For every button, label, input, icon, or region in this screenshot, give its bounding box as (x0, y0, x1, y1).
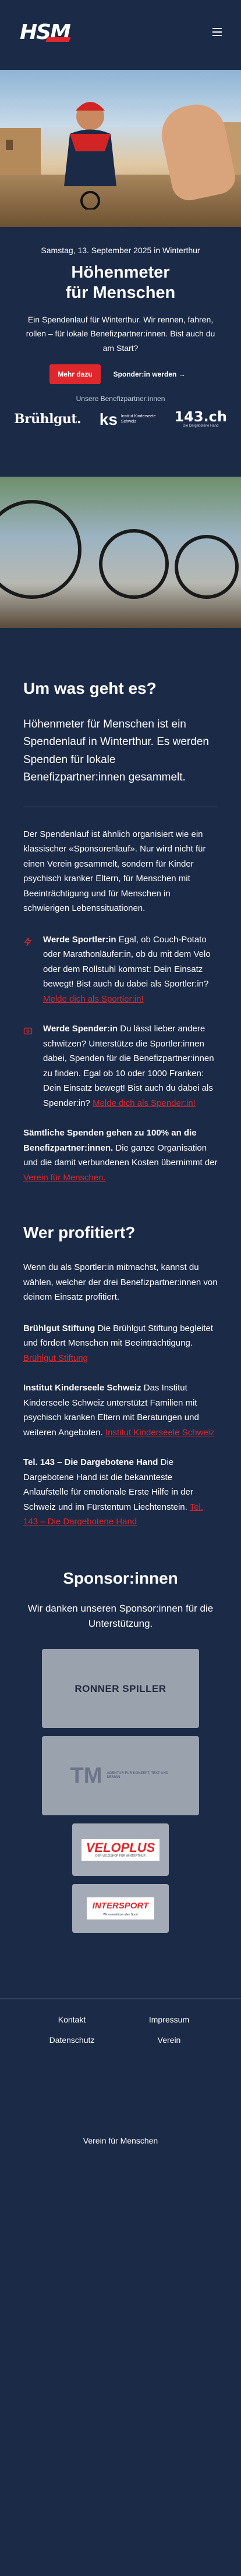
footer-link-verein[interactable]: Verein (120, 2034, 218, 2046)
sponsor-ronner-spiller[interactable]: RONNER SPILLER (42, 1649, 199, 1729)
wheel-shape (99, 529, 169, 599)
tm-sub: AGENTUR FÜR KONZEPT, TEXT UND DESIGN (107, 1771, 169, 1780)
partners-label: Unsere Benefizpartner:innen (76, 395, 165, 403)
sponsor-intersport[interactable]: INTERSPORT Wir unterstützen den Sport (72, 1884, 169, 1933)
page-title: Höhenmeter für Menschen (14, 262, 227, 303)
partner-kinderseele: Institut Kinderseele Schweiz Das Institu… (23, 1381, 218, 1440)
kinderseele-logo[interactable]: ks Institut Kinderseele Schweiz (100, 411, 156, 428)
what-section: Um was geht es? Höhenmeter für Menschen … (0, 678, 241, 1185)
p2-bold: Institut Kinderseele Schweiz (23, 1383, 141, 1393)
partner-143: Tel. 143 – Die Dargebotene Hand Die Darg… (23, 1455, 218, 1530)
sponsors-lead: Wir danken unseren Sponsor:innen für die… (27, 1602, 214, 1629)
sportler-link[interactable]: Melde dich als Sportler:in! (43, 994, 144, 1004)
sponsor-1-text: RONNER SPILLER (75, 1683, 166, 1694)
more-info-button[interactable]: Mehr dazu (49, 364, 101, 385)
footer-copyright: Verein für Menschen (83, 2136, 158, 2146)
wheel-shape (175, 535, 239, 599)
plus-text: PLUS (120, 1840, 155, 1855)
143-sub: Die Dargebotene Hand (183, 424, 219, 428)
sportler-bold: Werde Sportler:in (43, 934, 116, 945)
hero-image (0, 70, 241, 227)
143-text: 143.ch (174, 409, 227, 425)
navbar: HSM (0, 0, 241, 70)
wallet-icon (23, 1021, 33, 1110)
partner-bruehlgut: Brühlgut Stiftung Die Brühlgut Stiftung … (23, 1321, 218, 1366)
feature-spender-text: Werde Spender:in Du lässt lieber andere … (43, 1021, 218, 1110)
p3-bold: Tel. 143 – Die Dargebotene Hand (23, 1457, 158, 1468)
what-lead: Höhenmeter für Menschen ist ein Spendenl… (23, 718, 209, 784)
tm-mark: TM (70, 1763, 102, 1788)
site-logo[interactable]: HSM (20, 20, 76, 45)
event-date: Samstag, 13. September 2025 in Winterthu… (41, 246, 200, 255)
hamburger-icon[interactable] (206, 21, 228, 43)
veloplus-sub: DER VELOSHOP FÜR WINTERTHUR (95, 1854, 146, 1858)
partner-logos: Brühlgut. ks Institut Kinderseele Schwei… (14, 410, 227, 429)
donations-paragraph: Sämtliche Spenden gehen zu 100% an die B… (23, 1126, 218, 1185)
sponsor-veloplus[interactable]: VELOPLUS DER VELOSHOP FÜR WINTERTHUR (72, 1823, 169, 1876)
footer: Kontakt Impressum Datenschutz Verein Ver… (0, 1998, 241, 2165)
intersport-sub: Wir unterstützen den Sport (103, 1913, 138, 1917)
footer-links: Kontakt Impressum Datenschutz Verein (0, 1999, 241, 2046)
wheel-shape (0, 500, 81, 599)
p1-bold: Brühlgut Stiftung (23, 1323, 95, 1333)
ks-text: Institut Kinderseele Schweiz (120, 414, 156, 424)
kinderseele-link[interactable]: Institut Kinderseele Schweiz (105, 1428, 215, 1438)
sponsors-title: Sponsor:innen (63, 1569, 178, 1587)
veloplus-logo: VELOPLUS DER VELOSHOP FÜR WINTERTHUR (81, 1839, 160, 1861)
footer-link-impressum[interactable]: Impressum (120, 2014, 218, 2026)
intersport-logo: INTERSPORT Wir unterstützen den Sport (86, 1897, 155, 1920)
verein-link[interactable]: Verein für Menschen. (23, 1173, 106, 1183)
footer-link-kontakt[interactable]: Kontakt (23, 2014, 120, 2026)
cta-row: Mehr dazu Sponder:in werden → (14, 364, 227, 385)
hero-lead: Ein Spendenlauf für Winterthur. Wir renn… (26, 314, 215, 353)
sponsors-section: Sponsor:innen Wir danken unseren Sponsor… (0, 1568, 241, 1933)
who-title: Wer profitiert? (23, 1223, 136, 1242)
intersport-text: INTERSPORT (92, 1901, 149, 1911)
velo-text: VELO (86, 1840, 121, 1855)
title-line-1: Höhenmeter (71, 263, 170, 282)
logo-accent (45, 37, 71, 42)
ks-mark: ks (99, 410, 118, 428)
143-logo[interactable]: 143.ch Die Dargebotene Hand (174, 410, 227, 429)
who-paragraph: Wenn du als Sportler:in mitmachst, kanns… (23, 1262, 218, 1303)
feature-sportler-text: Werde Sportler:in Egal, ob Couch-Potato … (43, 932, 218, 1007)
footer-link-datenschutz[interactable]: Datenschutz (23, 2034, 120, 2046)
bikes-image (0, 477, 241, 629)
spender-link[interactable]: Melde dich als Spender:in! (93, 1098, 196, 1108)
veloplus-main: VELOPLUS (86, 1841, 155, 1854)
lightning-icon (23, 932, 33, 1007)
what-paragraph: Der Spendenlauf ist ähnlich organisiert … (23, 829, 206, 914)
bruehlgut-logo[interactable]: Brühlgut. (14, 410, 81, 429)
what-title: Um was geht es? (23, 679, 157, 698)
spender-body: Du lässt lieber andere schwitzen? Unters… (43, 1024, 214, 1108)
feature-spender: Werde Spender:in Du lässt lieber andere … (23, 1021, 218, 1110)
intro-section: Samstag, 13. September 2025 in Winterthu… (0, 227, 241, 442)
sponsor-tm[interactable]: TM AGENTUR FÜR KONZEPT, TEXT UND DESIGN (42, 1736, 199, 1816)
spender-bold: Werde Spender:in (43, 1024, 118, 1034)
bruehlgut-link[interactable]: Brühlgut Stiftung (23, 1353, 88, 1363)
title-line-2: für Menschen (65, 283, 176, 302)
become-sponsor-button[interactable]: Sponder:in werden → (107, 364, 192, 385)
feature-sportler: Werde Sportler:in Egal, ob Couch-Potato … (23, 932, 218, 1007)
tm-logo: TM AGENTUR FÜR KONZEPT, TEXT UND DESIGN (70, 1759, 171, 1793)
who-section: Wer profitiert? Wenn du als Sportler:in … (0, 1222, 241, 1530)
cyclist-illustration (64, 102, 116, 210)
